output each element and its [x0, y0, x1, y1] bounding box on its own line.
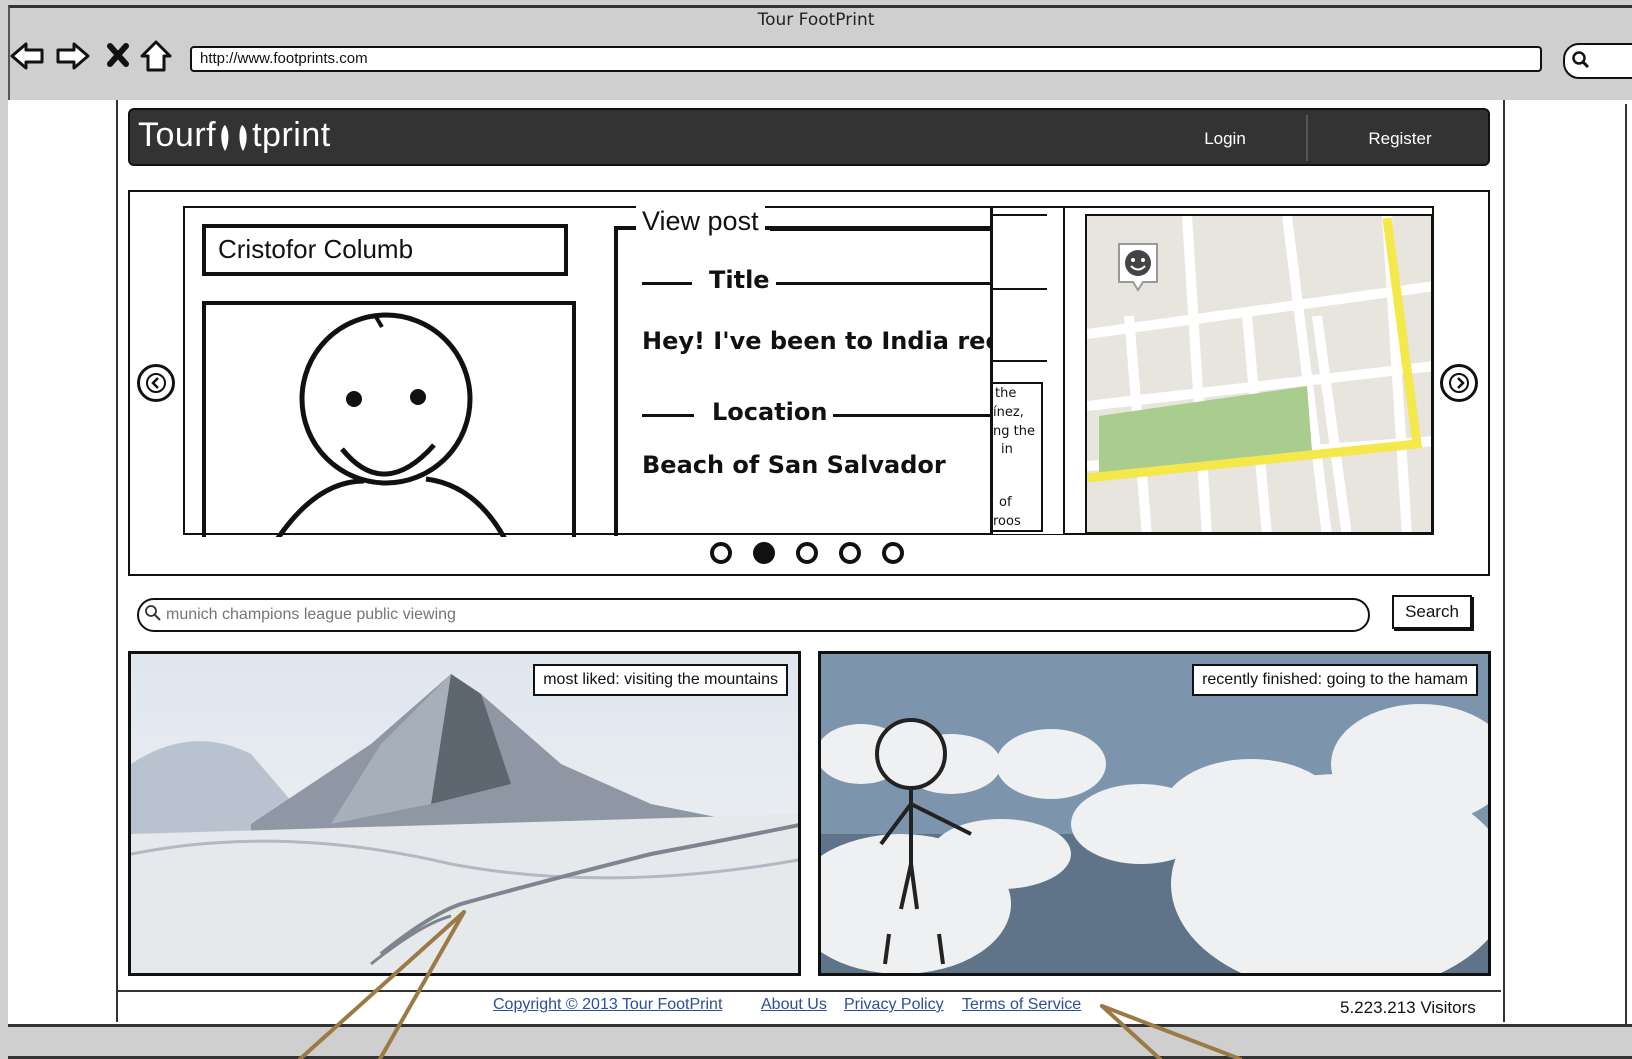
overlay-fragment: ínez, [993, 405, 1024, 420]
cloud-stickman-image [821, 654, 1488, 973]
search-input[interactable] [166, 602, 1356, 628]
copyright-link[interactable]: Copyright © 2013 Tour FootPrint [493, 996, 722, 1014]
logo-text-suffix: tprint [252, 116, 331, 154]
forward-arrow-icon[interactable] [52, 36, 92, 76]
home-icon[interactable] [136, 36, 176, 76]
view-post-legend: View post [636, 206, 765, 237]
nav-divider [1306, 115, 1308, 161]
mountain-sketch-image [131, 654, 798, 973]
tile-label-recently-finished: recently finished: going to the hamam [1192, 664, 1478, 696]
chevron-right-icon [1457, 377, 1465, 389]
browser-status-bar [8, 1024, 1632, 1059]
tile-label-most-liked: most liked: visiting the mountains [533, 664, 788, 696]
footprints-icon [221, 125, 247, 152]
post-title-label: Title [703, 266, 776, 294]
search-icon [145, 605, 161, 621]
carousel-dot-4[interactable] [839, 542, 861, 564]
avatar [202, 301, 576, 537]
overlay-fragment: roos [993, 514, 1021, 529]
carousel-dot-5[interactable] [882, 542, 904, 564]
magnifier-icon [1572, 51, 1590, 69]
location-map[interactable] [1085, 214, 1433, 534]
back-arrow-icon[interactable] [8, 36, 48, 76]
vertical-scrollbar[interactable] [1625, 104, 1632, 1024]
carousel-dot-1[interactable] [710, 542, 732, 564]
carousel-prev-button[interactable] [137, 364, 175, 402]
carousel-dot-2[interactable] [753, 542, 775, 564]
url-bar[interactable]: http://www.footprints.com [190, 46, 1542, 72]
overlay-fragment: the [995, 386, 1017, 401]
carousel-next-button[interactable] [1440, 364, 1478, 402]
carousel-dot-3[interactable] [796, 542, 818, 564]
window-title: Tour FootPrint [757, 10, 875, 30]
register-link[interactable]: Register [1320, 120, 1480, 158]
post-text: Hey! I've been to India rec [642, 327, 1000, 355]
location-rule-left [642, 414, 694, 417]
title-rule-left [642, 282, 692, 285]
location-rule-right [830, 414, 996, 417]
terms-link[interactable]: Terms of Service [962, 996, 1081, 1014]
post-location-label: Location [706, 398, 834, 426]
tile-most-liked[interactable]: most liked: visiting the mountains [128, 651, 801, 976]
stop-icon[interactable] [100, 36, 140, 76]
legend-rule [770, 228, 996, 231]
view-post-panel [614, 226, 1006, 536]
privacy-link[interactable]: Privacy Policy [844, 996, 944, 1014]
overlay-fragment: in [1001, 442, 1013, 457]
overlay-fragment: ng the [993, 424, 1035, 439]
about-link[interactable]: About Us [761, 996, 827, 1014]
next-slide-preview: the ínez, ng the in of roos [990, 208, 1065, 534]
overlay-fragment: of [999, 495, 1012, 510]
visitor-counter: 5.223.213 Visitors [1340, 998, 1476, 1017]
search-button[interactable]: Search [1392, 595, 1472, 629]
tile-recently-finished[interactable]: recently finished: going to the hamam [818, 651, 1491, 976]
carousel-pagination [710, 542, 930, 568]
smiley-avatar-icon [275, 312, 507, 537]
login-link[interactable]: Login [1155, 120, 1295, 158]
author-name[interactable]: Cristofor Columb [202, 224, 568, 276]
browser-search-field[interactable] [1563, 43, 1632, 79]
site-logo[interactable]: Tourf tprint [138, 116, 331, 155]
logo-text-prefix: Tourf [138, 116, 217, 154]
footer-divider [118, 990, 1501, 992]
post-location-value: Beach of San Salvador [642, 451, 946, 479]
chevron-left-icon [151, 377, 159, 389]
map-marker-icon[interactable] [1117, 242, 1159, 292]
